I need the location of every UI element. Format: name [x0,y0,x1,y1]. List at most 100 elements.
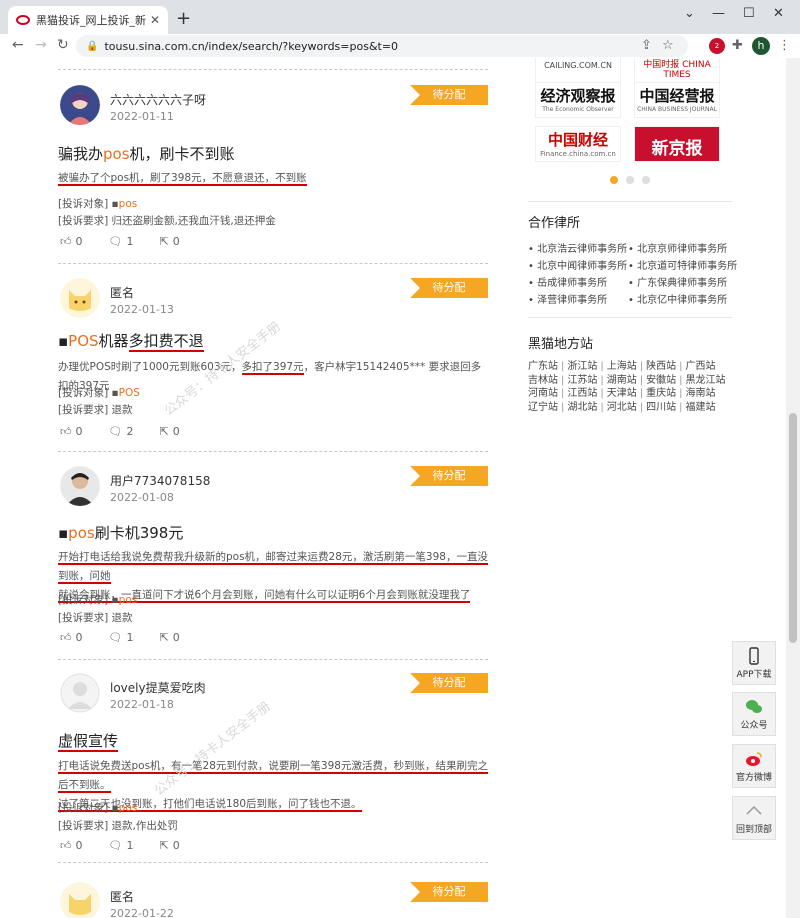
complaint-title[interactable]: 骗我办pos机，刷卡不到账 [58,143,235,164]
station-link[interactable]: 江苏站 [567,374,597,388]
close-window-icon[interactable]: ✕ [773,6,784,21]
law-firm-link[interactable]: • 北京道可特律师事务所 [628,257,737,272]
thumbs-up-icon: 👍︎ [60,631,72,644]
comment-button[interactable]: 🗨 1 [109,235,134,248]
username[interactable]: 匿名 [110,284,134,301]
like-button[interactable]: 👍︎ 0 [60,235,83,248]
station-link[interactable]: 重庆站 [646,387,676,401]
station-link[interactable]: 湖南站 [607,374,637,388]
wechat-button[interactable]: 公众号 [732,692,776,736]
share-icon[interactable]: ⇪ [641,38,652,53]
share-button[interactable]: ⇱ 0 [159,631,179,644]
carousel-dot[interactable] [626,176,634,184]
carousel-dot[interactable] [610,176,618,184]
station-link[interactable]: 上海站 [607,360,637,374]
new-tab-icon[interactable]: + [176,10,191,28]
menu-kebab-icon[interactable]: ⋮ [778,38,791,53]
law-firm-link[interactable]: • 北京浩云律师事务所 [528,240,627,255]
browser-toolbar: ← → ↻ 🔒 tousu.sina.com.cn/index/search/?… [0,34,800,58]
complaint-target: [投诉对象] ▪pos [58,198,138,210]
back-to-top-button[interactable]: 回到顶部 [732,796,776,840]
station-link[interactable]: 海南站 [686,387,716,401]
reload-icon[interactable]: ↻ [57,37,69,53]
page-content: 六六六六六六子呀 2022-01-11 待分配 骗我办pos机，刷卡不到账 被骗… [0,58,800,918]
address-bar[interactable]: 🔒 tousu.sina.com.cn/index/search/?keywor… [76,35,688,57]
like-button[interactable]: 👍︎ 0 [60,631,83,644]
station-link[interactable]: 陕西站 [646,360,676,374]
star-icon[interactable]: ☆ [662,38,674,53]
avatar[interactable] [60,673,100,713]
station-link[interactable]: 吉林站 [528,374,558,388]
like-button[interactable]: 👍︎ 0 [60,425,83,438]
app-download-button[interactable]: APP下载 [732,641,776,685]
station-link[interactable]: 江西站 [567,387,597,401]
station-link[interactable]: 河南站 [528,387,558,401]
complaint-title[interactable]: ▪POS机器多扣费不退 [58,330,204,352]
post-date: 2022-01-11 [110,110,174,123]
divider [58,263,488,264]
complaint-target: [投诉对象] ▪pos [58,802,138,814]
weibo-button[interactable]: 官方微博 [732,744,776,788]
avatar[interactable] [60,278,100,318]
media-logo[interactable]: 中国财经 Finance.china.com.cn [535,126,621,162]
divider [58,69,488,70]
maximize-icon[interactable]: ☐ [743,6,755,21]
law-firm-link[interactable]: • 广东保典律师事务所 [628,274,727,289]
sina-eye-icon [16,15,30,25]
media-logo[interactable]: 新京报 [634,126,720,162]
law-firm-link[interactable]: • 北京亿中律师事务所 [628,291,727,306]
share-button[interactable]: ⇱ 0 [159,425,179,438]
comment-icon: 🗨 [108,425,123,438]
station-link[interactable]: 浙江站 [567,360,597,374]
station-link[interactable]: 天津站 [607,387,637,401]
username[interactable]: 六六六六六六子呀 [110,91,206,108]
station-link[interactable]: 福建站 [686,401,716,415]
station-list: 广东站 | 浙江站 | 上海站 | 陕西站 | 广西站 吉林站 | 江苏站 | 湖南站 | 安徽站 | 黑龙江站… [528,360,726,415]
extension-badge-icon[interactable]: 2 [709,38,725,54]
complaint-title[interactable]: ▪pos刷卡机398元 [58,522,183,543]
browser-tab[interactable]: 黑猫投诉_网上投诉_新浪旗下消费 ✕ [8,6,168,34]
comment-button[interactable]: 🗨 1 [109,839,134,852]
username[interactable]: 匿名 [110,888,134,905]
media-logo[interactable]: 经济观察报 The Economic Observer [535,82,621,118]
username[interactable]: lovely提莫爱吃肉 [110,679,206,696]
comment-button[interactable]: 🗨 1 [109,631,134,644]
wechat-icon [746,700,762,713]
comment-button[interactable]: 🗨 2 [109,425,134,438]
status-badge: 待分配 [410,673,488,693]
station-link[interactable]: 湖北站 [567,401,597,415]
scrollbar-thumb[interactable] [789,413,797,643]
station-link[interactable]: 广西站 [686,360,716,374]
comment-icon: 🗨 [108,235,123,248]
chevron-down-icon[interactable]: ⌄ [684,6,695,21]
media-logo[interactable]: 中国经营报 CHINA BUSINESS JOURNAL [634,82,720,118]
forward-icon[interactable]: → [35,37,47,53]
extensions-puzzle-icon[interactable]: ✚ [732,38,743,53]
station-link[interactable]: 安徽站 [646,374,676,388]
share-icon: ⇱ [159,631,169,644]
station-link[interactable]: 黑龙江站 [686,374,726,388]
image-icon: ▪ [111,387,119,399]
law-firm-link[interactable]: • 岳成律师事务所 [528,274,607,289]
share-button[interactable]: ⇱ 0 [159,839,179,852]
avatar[interactable] [60,85,100,125]
close-tab-icon[interactable]: ✕ [150,13,160,27]
avatar[interactable] [60,466,100,506]
scrollbar[interactable] [786,58,800,918]
share-button[interactable]: ⇱ 0 [159,235,179,248]
station-link[interactable]: 广东站 [528,360,558,374]
username[interactable]: 用户7734078158 [110,472,210,489]
station-link[interactable]: 河北站 [607,401,637,415]
law-firm-link[interactable]: • 北京京师律师事务所 [628,240,727,255]
station-link[interactable]: 辽宁站 [528,401,558,415]
law-firm-link[interactable]: • 泽营律师事务所 [528,291,607,306]
station-link[interactable]: 四川站 [646,401,676,415]
profile-avatar[interactable]: h [752,37,770,55]
law-firm-link[interactable]: • 北京中闻律师事务所 [528,257,627,272]
avatar[interactable] [60,882,100,918]
minimize-icon[interactable]: — [712,6,725,21]
complaint-title[interactable]: 虚假宣传 [58,730,119,752]
carousel-dot[interactable] [642,176,650,184]
back-icon[interactable]: ← [12,37,24,53]
like-button[interactable]: 👍︎ 0 [60,839,83,852]
